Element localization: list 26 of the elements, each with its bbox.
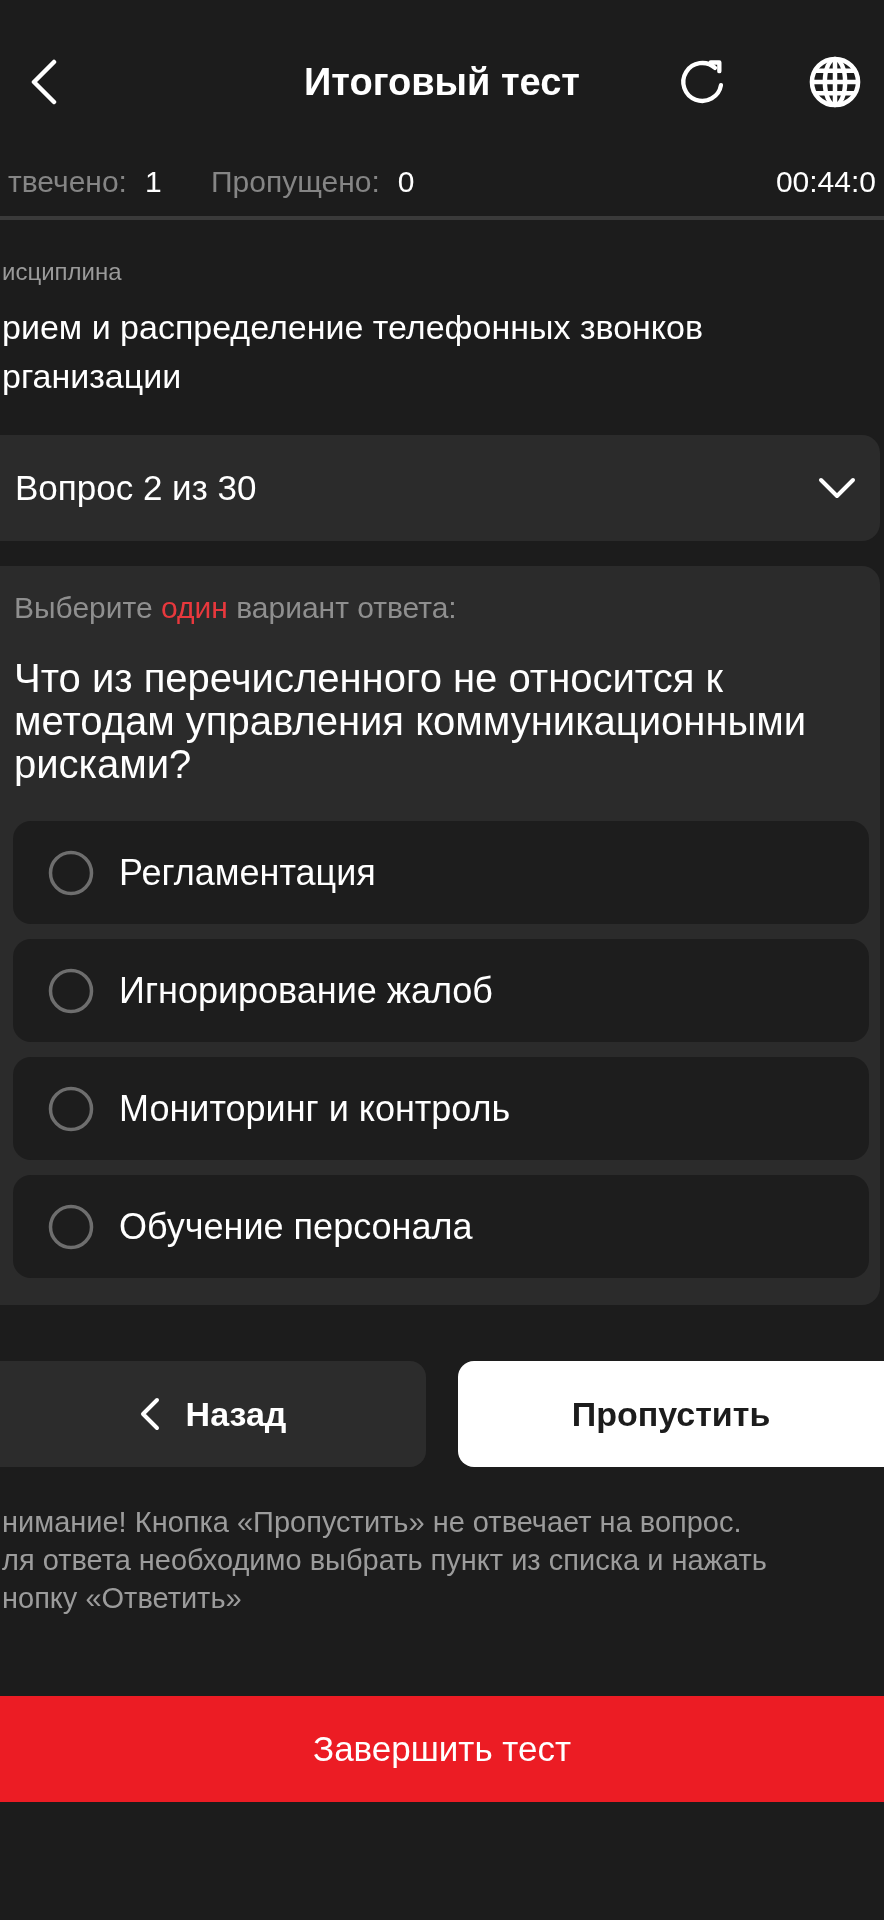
skip-button[interactable]: Пропустить (458, 1361, 884, 1467)
back-icon[interactable] (30, 59, 58, 105)
answer-option[interactable]: Мониторинг и контроль (13, 1057, 869, 1160)
question-text: Что из перечисленного не относится к методам управления коммуникационными рисками? (13, 657, 808, 786)
question-selector[interactable]: Вопрос 2 из 30 (0, 435, 880, 541)
stat-value: 0 (397, 164, 415, 200)
chevron-left-icon (139, 1397, 160, 1431)
back-button[interactable]: Назад (0, 1361, 426, 1467)
answer-option[interactable]: Регламентация (13, 821, 869, 924)
radio-icon[interactable] (48, 967, 94, 1014)
answer-option[interactable]: Обучение персонала (13, 1175, 869, 1278)
radio-icon[interactable] (48, 1203, 94, 1250)
warning-text: нимание! Кнопка «Пропустить» не отвечает на вопрос. ля ответа необходимо выбрать пункт из списка и нажать нопку «Ответить» (1, 1505, 768, 1616)
globe-icon[interactable] (808, 55, 862, 109)
stat-value: 1 (144, 164, 162, 200)
discipline-title: рием и распределение телефонных звонков рганизации (1, 307, 705, 397)
finish-test-button[interactable]: Завершить тест (0, 1696, 884, 1802)
radio-icon[interactable] (48, 849, 94, 896)
page-title: Итоговый тест (304, 60, 580, 105)
timer-text: 00:44:0 (775, 164, 876, 200)
radio-icon[interactable] (48, 1085, 94, 1132)
stat-label: твечено: (8, 164, 127, 200)
discipline-label: исциплина (1, 258, 123, 286)
stat-label: Пропущено: (211, 164, 380, 200)
answer-option[interactable]: Игнорирование жалоб (13, 939, 869, 1042)
answer-instruction: Выберите один вариант ответа: (13, 591, 458, 625)
